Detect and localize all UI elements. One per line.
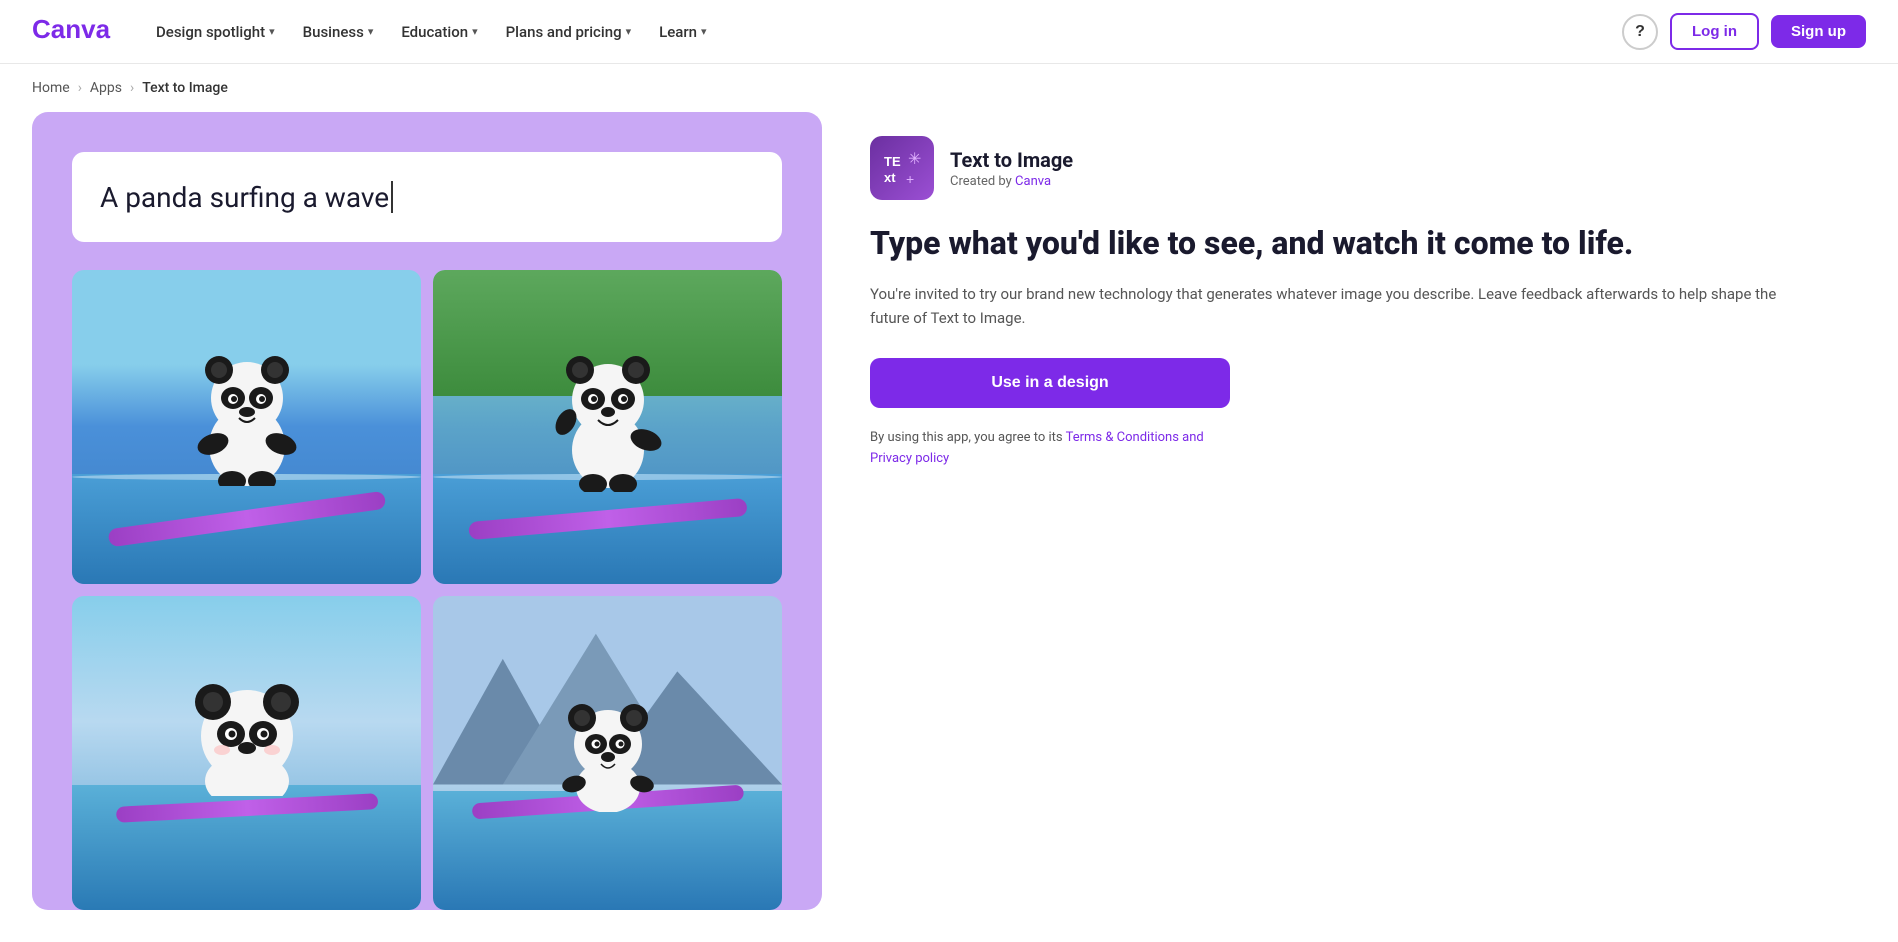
creator-link[interactable]: Canva — [1015, 174, 1051, 189]
svg-text:xt: xt — [884, 170, 896, 185]
app-icon: TE xt ✳ + — [870, 136, 934, 200]
breadcrumb: Home › Apps › Text to Image — [0, 64, 1898, 112]
preview-panel: A panda surfing a wave — [32, 112, 822, 910]
navbar-actions: ? Log in Sign up — [1622, 13, 1866, 50]
nav-item-education[interactable]: Education ▾ — [389, 15, 489, 49]
info-panel: TE xt ✳ + Text to Image Created by Canva… — [822, 112, 1866, 910]
use-in-design-button[interactable]: Use in a design — [870, 358, 1230, 408]
prompt-display: A panda surfing a wave — [72, 152, 782, 242]
chevron-down-icon: ▾ — [269, 25, 275, 38]
terms-text: By using this app, you agree to its Term… — [870, 428, 1230, 470]
chevron-down-icon: ▾ — [472, 25, 478, 38]
generated-image-3 — [72, 596, 421, 910]
login-button[interactable]: Log in — [1670, 13, 1759, 50]
breadcrumb-home[interactable]: Home — [32, 80, 70, 96]
generated-image-1 — [72, 270, 421, 584]
generated-image-4 — [433, 596, 782, 910]
breadcrumb-apps[interactable]: Apps — [90, 80, 122, 96]
generated-image-2 — [433, 270, 782, 584]
app-headline: Type what you'd like to see, and watch i… — [870, 224, 1818, 262]
nav-item-business[interactable]: Business ▾ — [291, 15, 386, 49]
logo[interactable]: Canva — [32, 16, 112, 48]
breadcrumb-separator-1: › — [78, 80, 82, 96]
text-cursor — [391, 181, 393, 213]
breadcrumb-current: Text to Image — [142, 80, 228, 96]
chevron-down-icon: ▾ — [701, 25, 707, 38]
app-title: Text to Image — [950, 148, 1073, 172]
svg-text:+: + — [906, 171, 914, 187]
nav-item-learn[interactable]: Learn ▾ — [647, 15, 718, 49]
chevron-down-icon: ▾ — [626, 25, 632, 38]
nav-item-design-spotlight[interactable]: Design spotlight ▾ — [144, 15, 287, 49]
chevron-down-icon: ▾ — [368, 25, 374, 38]
svg-text:TE: TE — [884, 154, 901, 169]
app-title-block: Text to Image Created by Canva — [950, 148, 1073, 189]
navbar: Canva Design spotlight ▾ Business ▾ Educ… — [0, 0, 1898, 64]
app-description: You're invited to try our brand new tech… — [870, 282, 1818, 330]
help-button[interactable]: ? — [1622, 14, 1658, 50]
svg-text:✳: ✳ — [908, 151, 921, 168]
nav-item-plans-pricing[interactable]: Plans and pricing ▾ — [494, 15, 644, 49]
svg-text:Canva: Canva — [32, 16, 111, 44]
app-creator: Created by Canva — [950, 174, 1073, 189]
nav-items: Design spotlight ▾ Business ▾ Education … — [144, 15, 1622, 49]
breadcrumb-separator-2: › — [130, 80, 134, 96]
main-layout: A panda surfing a wave — [0, 112, 1898, 942]
app-header: TE xt ✳ + Text to Image Created by Canva — [870, 136, 1818, 200]
signup-button[interactable]: Sign up — [1771, 15, 1866, 48]
image-grid — [72, 270, 782, 910]
